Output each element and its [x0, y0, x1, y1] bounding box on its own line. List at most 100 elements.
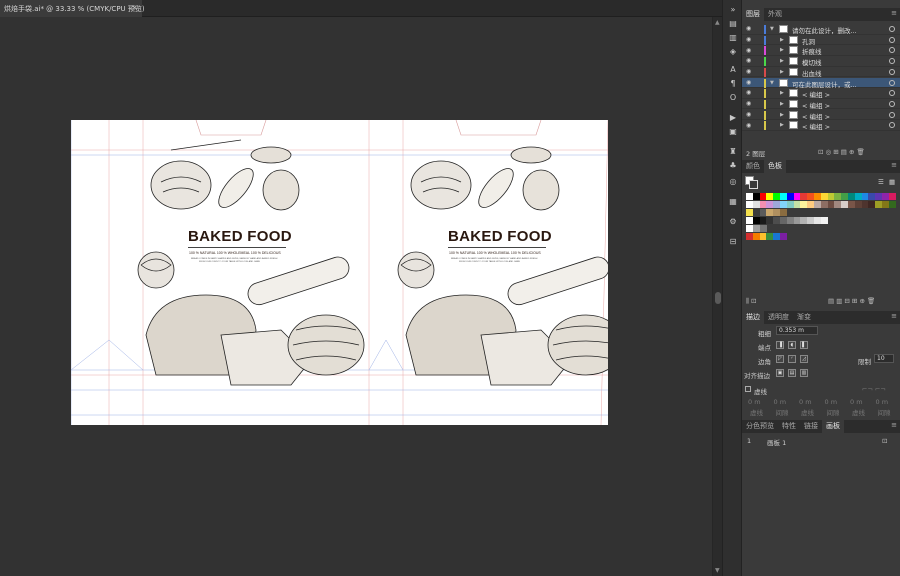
miter-join-button[interactable]: ◸ [776, 355, 784, 363]
layer-row[interactable]: ◉ ▶ 模切线 [742, 56, 900, 67]
align-inside-button[interactable]: ▤ [788, 369, 796, 377]
paragraph-icon[interactable]: ¶ [727, 78, 739, 90]
color-swatch[interactable] [888, 193, 896, 200]
layer-row[interactable]: ◉ ▶ 出血线 [742, 67, 900, 78]
target-circle-icon[interactable] [889, 26, 895, 32]
artboard[interactable]: BAKED FOOD 100 % NATURAL 100 % WHOLEMEAL… [71, 120, 608, 425]
tab-transparency[interactable]: 透明度 [764, 311, 793, 324]
transform-icon[interactable]: ⊟ [727, 236, 739, 248]
dashed-line-checkbox[interactable] [745, 386, 751, 392]
list-view-icon[interactable]: ☰ [878, 178, 884, 186]
scroll-thumb[interactable] [715, 292, 721, 304]
stroke-weight-field[interactable]: 0.353 m [776, 326, 818, 335]
visibility-eye-icon[interactable]: ◉ [746, 25, 751, 32]
panel-menu-icon[interactable]: ≡ [891, 421, 897, 429]
visibility-eye-icon[interactable]: ◉ [746, 122, 751, 129]
target-circle-icon[interactable] [889, 100, 895, 107]
graphic-styles-icon[interactable]: ▦ [727, 196, 739, 208]
round-cap-button[interactable]: ◖ [788, 341, 796, 349]
visibility-eye-icon[interactable]: ◉ [746, 89, 751, 96]
layer-row[interactable]: ◉ ▼ 请勿在此设计，删改... [742, 24, 900, 35]
tab-color[interactable]: 颜色 [742, 160, 764, 173]
layer-row[interactable]: ◉ ▼ 可在此图层设计，或... [742, 77, 900, 89]
chevron-right-icon[interactable]: ▶ [780, 37, 784, 43]
target-circle-icon[interactable] [889, 79, 895, 86]
tab-separations[interactable]: 分色预览 [742, 420, 778, 433]
align-outside-button[interactable]: ▥ [800, 369, 808, 377]
target-circle-icon[interactable] [889, 90, 895, 97]
chevron-right-icon[interactable]: ▶ [780, 69, 784, 75]
visibility-eye-icon[interactable]: ◉ [746, 47, 751, 54]
layers-footer-buttons[interactable]: ⊡ ◎ ⊞ ▤ ⊕ 🗑 [818, 148, 865, 156]
chevron-right-icon[interactable]: ▶ [780, 90, 784, 96]
target-circle-icon[interactable] [889, 68, 895, 75]
tab-attributes[interactable]: 特性 [778, 420, 800, 433]
color-swatch[interactable] [888, 201, 896, 208]
dash-value[interactable]: 0 m [850, 398, 863, 406]
target-circle-icon[interactable] [889, 122, 895, 129]
color-swatch[interactable] [780, 233, 787, 240]
visibility-eye-icon[interactable]: ◉ [746, 57, 751, 64]
close-icon[interactable]: × [131, 3, 138, 12]
swatches-icon[interactable]: ♜ [727, 146, 739, 158]
swatch-footer-buttons[interactable]: ▤ ▥ ⊟ ⊞ ⊕ 🗑 [828, 297, 875, 305]
tab-gradient[interactable]: 渐变 [793, 311, 815, 324]
chevron-right-icon[interactable]: ▶ [780, 112, 784, 118]
scroll-up-icon[interactable]: ▲ [715, 19, 720, 26]
target-circle-icon[interactable] [889, 47, 895, 54]
vertical-scrollbar[interactable]: ▲ ▼ [712, 17, 722, 576]
visibility-eye-icon[interactable]: ◉ [746, 79, 751, 86]
layer-row[interactable]: ◉ ▶ < 编组 > [742, 88, 900, 99]
chevron-right-icon[interactable]: ▶ [780, 58, 784, 64]
target-circle-icon[interactable] [889, 58, 895, 65]
dash-alignment-icons[interactable]: ⌐¬ ⌐¬ [862, 385, 886, 393]
visibility-eye-icon[interactable]: ◉ [746, 68, 751, 75]
dash-value[interactable]: 0 m [748, 398, 761, 406]
chevron-right-icon[interactable]: ▶ [780, 122, 784, 128]
layer-row[interactable]: ◉ ▶ < 编组 > [742, 120, 900, 131]
round-join-button[interactable]: ◜ [788, 355, 796, 363]
dash-value[interactable]: 0 m [876, 398, 889, 406]
libraries-icon[interactable]: ▤ [727, 18, 739, 30]
artboard-row[interactable]: 1 画板 1 ⊡ [742, 437, 900, 447]
panel-menu-icon[interactable]: ≡ [891, 161, 897, 169]
layer-row[interactable]: ◉ ▶ 孔洞 [742, 35, 900, 46]
character-icon[interactable]: A [727, 64, 739, 76]
tab-swatches[interactable]: 色板 [764, 160, 786, 173]
layer-row[interactable]: ◉ ▶ 折痕线 [742, 45, 900, 56]
chevron-down-icon[interactable]: ▼ [770, 26, 774, 32]
collapse-icon[interactable]: » [727, 4, 739, 16]
layer-row[interactable]: ◉ ▶ < 编组 > [742, 99, 900, 110]
tab-artboards[interactable]: 画板 [822, 420, 844, 433]
grid-view-icon[interactable]: ▦ [889, 178, 895, 186]
butt-cap-button[interactable]: ▐ [776, 341, 784, 349]
opentype-icon[interactable]: O [727, 92, 739, 104]
visibility-eye-icon[interactable]: ◉ [746, 111, 751, 118]
properties-icon[interactable]: ▥ [727, 32, 739, 44]
stroke-swatch[interactable] [749, 180, 758, 189]
tab-appearance[interactable]: 外观 [764, 8, 786, 21]
chevron-down-icon[interactable]: ▼ [770, 80, 774, 86]
dash-value[interactable]: 0 m [825, 398, 838, 406]
panel-menu-icon[interactable]: ≡ [891, 9, 897, 17]
artboards-icon[interactable]: ▣ [727, 126, 739, 138]
visibility-eye-icon[interactable]: ◉ [746, 100, 751, 107]
layers-icon[interactable]: ◈ [727, 46, 739, 58]
bevel-join-button[interactable]: ◿ [800, 355, 808, 363]
color-swatch[interactable] [820, 217, 828, 224]
chevron-right-icon[interactable]: ▶ [780, 47, 784, 53]
tab-layers[interactable]: 图层 [742, 8, 764, 21]
brushes-icon[interactable]: ♣ [727, 160, 739, 172]
miter-limit-field[interactable]: 10 [874, 354, 894, 363]
panel-menu-icon[interactable]: ≡ [891, 312, 897, 320]
target-circle-icon[interactable] [889, 36, 895, 43]
align-center-button[interactable]: ▣ [776, 369, 784, 377]
image-trace-icon[interactable]: ⚙ [727, 216, 739, 228]
document-tab[interactable]: 烘焙手袋.ai* @ 33.33 % (CMYK/CPU 预览) × [0, 0, 145, 17]
visibility-eye-icon[interactable]: ◉ [746, 36, 751, 43]
artboard-options-icon[interactable]: ⊡ [882, 437, 887, 445]
color-swatch[interactable] [759, 225, 767, 232]
tab-links[interactable]: 链接 [800, 420, 822, 433]
layer-row[interactable]: ◉ ▶ < 编组 > [742, 110, 900, 121]
actions-icon[interactable]: ▶ [727, 112, 739, 124]
